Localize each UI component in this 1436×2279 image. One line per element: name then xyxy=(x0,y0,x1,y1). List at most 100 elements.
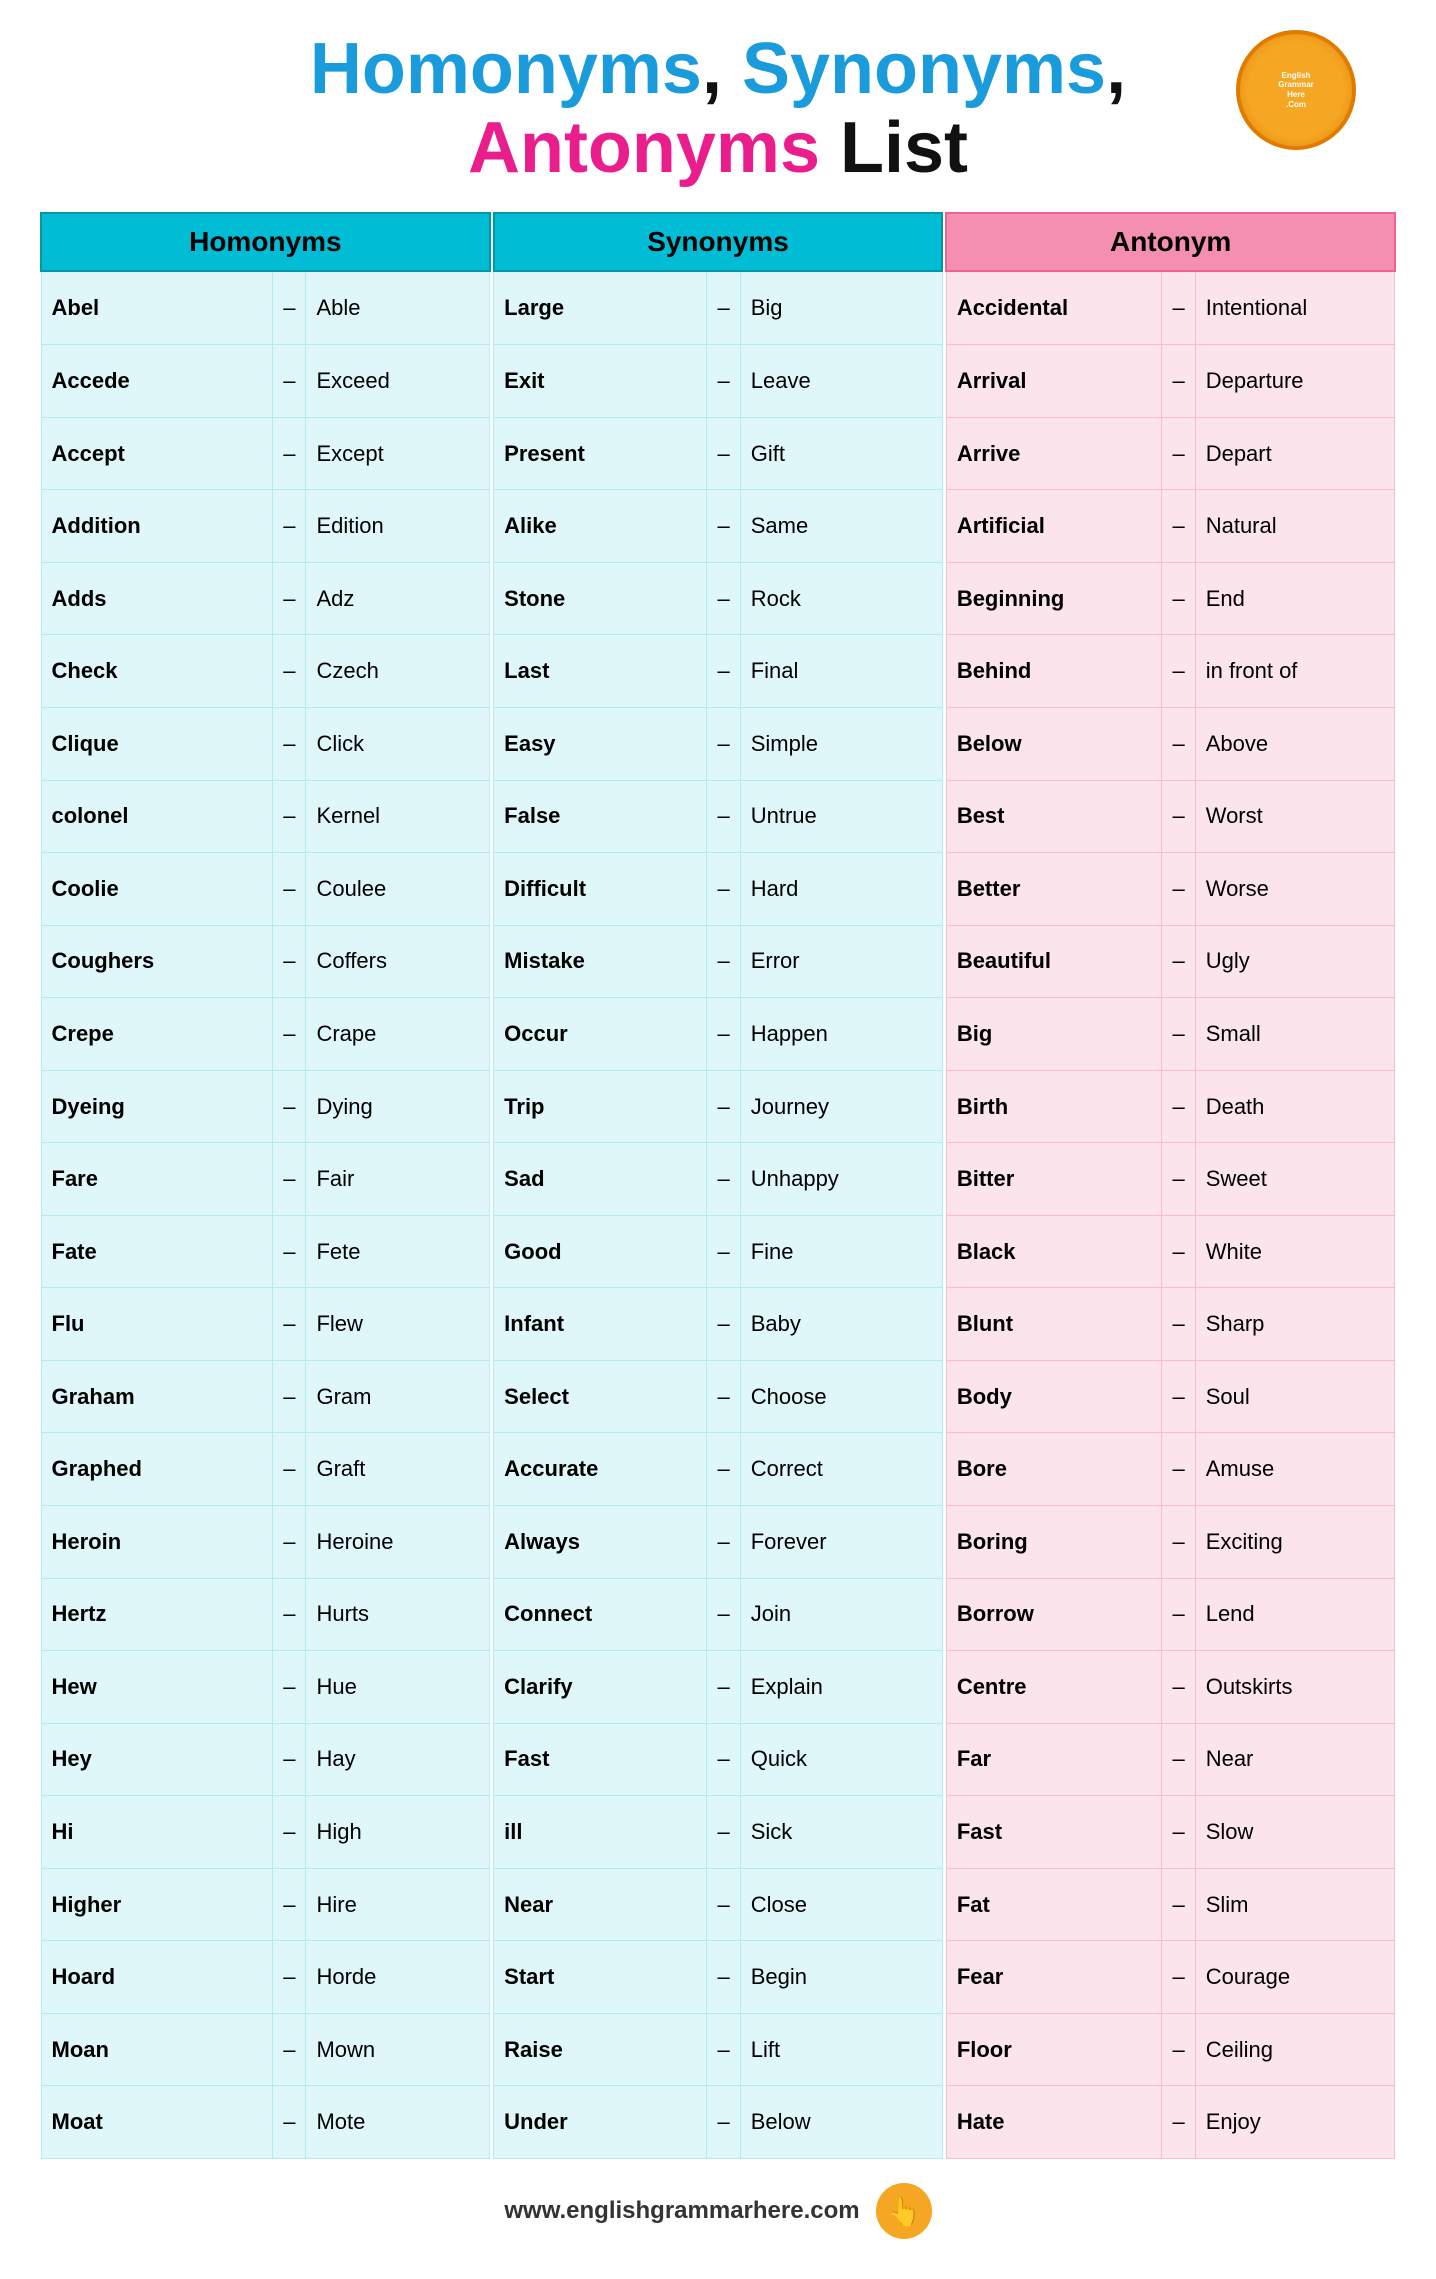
table-row: Hoard – Horde xyxy=(41,1941,490,2014)
synonyms-header: Synonyms xyxy=(494,213,943,271)
table-row: Crepe – Crape xyxy=(41,998,490,1071)
antonym-cell: Departure xyxy=(1195,345,1395,418)
antonym-cell: White xyxy=(1195,1215,1395,1288)
word-cell: Easy xyxy=(494,708,707,781)
word-cell: Mistake xyxy=(494,925,707,998)
word-cell: Floor xyxy=(946,2013,1162,2086)
homonym-cell: Able xyxy=(306,271,490,344)
table-row: Accidental – Intentional xyxy=(946,271,1395,344)
table-row: Higher – Hire xyxy=(41,1868,490,1941)
word-cell: Last xyxy=(494,635,707,708)
word-cell: Below xyxy=(946,708,1162,781)
antonym-cell: Lend xyxy=(1195,1578,1395,1651)
dash-cell: – xyxy=(273,1070,306,1143)
word-cell: Hoard xyxy=(41,1941,273,2014)
antonym-cell: Amuse xyxy=(1195,1433,1395,1506)
word-cell: Trip xyxy=(494,1070,707,1143)
word-cell: Body xyxy=(946,1360,1162,1433)
word-cell: Blunt xyxy=(946,1288,1162,1361)
dash-cell: – xyxy=(1162,1506,1195,1579)
homonym-cell: Graft xyxy=(306,1433,490,1506)
word-cell: Stone xyxy=(494,562,707,635)
table-row: Under – Below xyxy=(494,2086,943,2159)
dash-cell: – xyxy=(273,490,306,563)
table-row: Hi – High xyxy=(41,1796,490,1869)
word-cell: Hey xyxy=(41,1723,273,1796)
synonym-cell: Same xyxy=(740,490,942,563)
table-row: Select – Choose xyxy=(494,1360,943,1433)
homonym-cell: Except xyxy=(306,417,490,490)
table-row: Arrival – Departure xyxy=(946,345,1395,418)
word-cell: Abel xyxy=(41,271,273,344)
dash-cell: – xyxy=(707,1796,740,1869)
table-row: Raise – Lift xyxy=(494,2013,943,2086)
word-cell: Heroin xyxy=(41,1506,273,1579)
dash-cell: – xyxy=(273,1433,306,1506)
table-row: Last – Final xyxy=(494,635,943,708)
word-cell: Present xyxy=(494,417,707,490)
synonym-cell: Sick xyxy=(740,1796,942,1869)
dash-cell: – xyxy=(1162,1723,1195,1796)
dash-cell: – xyxy=(707,1723,740,1796)
table-row: Accede – Exceed xyxy=(41,345,490,418)
dash-cell: – xyxy=(273,271,306,344)
synonym-cell: Hard xyxy=(740,853,942,926)
tables-container: Homonyms Abel – Able Accede – Exceed Acc… xyxy=(40,212,1396,2159)
word-cell: Boring xyxy=(946,1506,1162,1579)
word-cell: False xyxy=(494,780,707,853)
dash-cell: – xyxy=(707,853,740,926)
dash-cell: – xyxy=(707,1868,740,1941)
word-cell: Better xyxy=(946,853,1162,926)
dash-cell: – xyxy=(273,998,306,1071)
table-row: Accurate – Correct xyxy=(494,1433,943,1506)
table-row: Trip – Journey xyxy=(494,1070,943,1143)
word-cell: Exit xyxy=(494,345,707,418)
word-cell: Start xyxy=(494,1941,707,2014)
title-homonyms: Homonyms xyxy=(310,29,702,109)
table-row: colonel – Kernel xyxy=(41,780,490,853)
title-line1: Homonyms, Synonyms, xyxy=(40,30,1396,109)
table-row: Body – Soul xyxy=(946,1360,1395,1433)
table-row: Fast – Slow xyxy=(946,1796,1395,1869)
dash-cell: – xyxy=(273,1651,306,1724)
table-row: Birth – Death xyxy=(946,1070,1395,1143)
dash-cell: – xyxy=(1162,998,1195,1071)
dash-cell: – xyxy=(707,2013,740,2086)
synonym-cell: Quick xyxy=(740,1723,942,1796)
word-cell: Occur xyxy=(494,998,707,1071)
table-row: Difficult – Hard xyxy=(494,853,943,926)
dash-cell: – xyxy=(273,635,306,708)
dash-cell: – xyxy=(707,1288,740,1361)
homonym-cell: Fete xyxy=(306,1215,490,1288)
word-cell: Accidental xyxy=(946,271,1162,344)
dash-cell: – xyxy=(273,1578,306,1651)
table-row: Graphed – Graft xyxy=(41,1433,490,1506)
dash-cell: – xyxy=(1162,1215,1195,1288)
table-row: Below – Above xyxy=(946,708,1395,781)
word-cell: Coolie xyxy=(41,853,273,926)
word-cell: Fat xyxy=(946,1868,1162,1941)
homonym-cell: Edition xyxy=(306,490,490,563)
dash-cell: – xyxy=(1162,1651,1195,1724)
homonym-cell: Gram xyxy=(306,1360,490,1433)
word-cell: Accurate xyxy=(494,1433,707,1506)
word-cell: Hertz xyxy=(41,1578,273,1651)
dash-cell: – xyxy=(1162,417,1195,490)
table-row: Hertz – Hurts xyxy=(41,1578,490,1651)
table-row: Occur – Happen xyxy=(494,998,943,1071)
table-row: Clarify – Explain xyxy=(494,1651,943,1724)
dash-cell: – xyxy=(707,271,740,344)
dash-cell: – xyxy=(707,998,740,1071)
word-cell: Fate xyxy=(41,1215,273,1288)
word-cell: Select xyxy=(494,1360,707,1433)
dash-cell: – xyxy=(273,2013,306,2086)
antonym-cell: Worst xyxy=(1195,780,1395,853)
synonym-cell: Big xyxy=(740,271,942,344)
word-cell: Borrow xyxy=(946,1578,1162,1651)
homonym-cell: Adz xyxy=(306,562,490,635)
antonym-cell: Sharp xyxy=(1195,1288,1395,1361)
dash-cell: – xyxy=(273,562,306,635)
dash-cell: – xyxy=(273,1796,306,1869)
word-cell: Moan xyxy=(41,2013,273,2086)
dash-cell: – xyxy=(707,2086,740,2159)
